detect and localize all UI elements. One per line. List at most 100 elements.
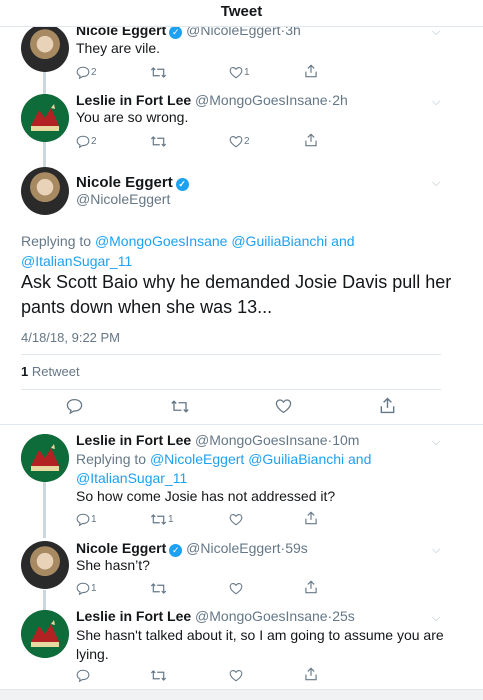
- retweet-button[interactable]: [150, 66, 167, 79]
- mention-link[interactable]: @ItalianSugar_11: [76, 470, 187, 486]
- like-button[interactable]: 2: [229, 135, 250, 148]
- timestamp[interactable]: 4/18/18, 9:22 PM: [21, 330, 120, 345]
- tweet-text: You are so wrong.: [76, 109, 189, 125]
- display-name[interactable]: Leslie in Fort Lee: [76, 92, 191, 108]
- like-button[interactable]: [229, 669, 243, 682]
- share-button[interactable]: [379, 397, 396, 414]
- display-name[interactable]: Nicole Eggert ✓: [76, 174, 189, 191]
- mention-link[interactable]: @GuiliaBianchi: [231, 233, 327, 249]
- avatar[interactable]: [21, 434, 69, 482]
- chevron-down-icon[interactable]: ⌵: [432, 26, 440, 39]
- share-icon: [305, 64, 317, 78]
- handle[interactable]: @NicoleEggert: [76, 191, 170, 207]
- share-icon: [305, 511, 317, 525]
- like-button[interactable]: [275, 398, 292, 414]
- reply-icon: [66, 398, 83, 414]
- mention-link[interactable]: @MongoGoesInsane: [95, 233, 228, 249]
- verified-badge-icon: ✓: [175, 178, 189, 191]
- avatar[interactable]: [21, 167, 69, 215]
- mention-link[interactable]: and: [348, 451, 371, 467]
- tweet-text: So how come Josie has not addressed it?: [76, 488, 336, 504]
- replying-label: Replying to: [76, 451, 147, 467]
- reply-icon: [76, 135, 90, 148]
- share-button[interactable]: [304, 667, 318, 681]
- retweet-count: 1: [168, 514, 174, 525]
- share-button[interactable]: [304, 511, 318, 525]
- avatar[interactable]: [21, 94, 69, 142]
- reply-button[interactable]: 1: [76, 513, 97, 526]
- like-icon: [229, 583, 243, 595]
- reply-count: 2: [91, 67, 97, 78]
- tweet-text: She hasn't talked about it, so I am goin…: [76, 627, 444, 662]
- tweet-text: They are vile.: [76, 40, 161, 56]
- share-button[interactable]: [304, 133, 318, 147]
- handle[interactable]: @MongoGoesInsane: [195, 432, 328, 448]
- replying-to: Replying to @NicoleEggert @GuiliaBianchi…: [76, 450, 376, 488]
- handle[interactable]: @MongoGoesInsane: [195, 92, 328, 108]
- team-logo-icon: [21, 94, 69, 142]
- replying-label: Replying to: [21, 233, 92, 249]
- reply-icon: [76, 66, 90, 79]
- timestamp[interactable]: 2h: [332, 92, 348, 108]
- avatar[interactable]: [21, 610, 69, 658]
- top-bar: Tweet: [0, 0, 483, 27]
- share-button[interactable]: [304, 580, 318, 594]
- chevron-down-icon[interactable]: ⌵: [432, 96, 440, 109]
- display-name-text: Nicole Eggert: [76, 174, 173, 191]
- chevron-down-icon[interactable]: ⌵: [432, 544, 440, 557]
- timestamp[interactable]: 10m: [332, 432, 359, 448]
- reply-button[interactable]: [66, 398, 83, 414]
- display-name[interactable]: Nicole Eggert: [76, 540, 166, 556]
- reply-button[interactable]: 1: [76, 582, 97, 595]
- mention-link[interactable]: @NicoleEggert: [150, 451, 244, 467]
- avatar[interactable]: [21, 541, 69, 589]
- mention-link[interactable]: @ItalianSugar_11: [21, 253, 132, 269]
- verified-badge-icon: ✓: [169, 544, 183, 557]
- like-button[interactable]: 1: [229, 66, 250, 79]
- reply-button[interactable]: [76, 669, 90, 682]
- retweet-label: Retweet: [31, 364, 80, 379]
- retweet-stats[interactable]: 1 Retweet: [21, 364, 80, 379]
- share-button[interactable]: [304, 64, 318, 78]
- tweet-header: Leslie in Fort Lee @MongoGoesInsane·25s: [76, 608, 355, 624]
- retweet-icon: [150, 583, 167, 594]
- reply-icon: [76, 513, 90, 526]
- reply-icon: [76, 669, 90, 682]
- reply-count: 1: [91, 514, 97, 525]
- like-icon: [229, 67, 243, 79]
- like-button[interactable]: [229, 513, 243, 526]
- avatar[interactable]: [21, 24, 69, 72]
- thread-line: [43, 142, 46, 167]
- team-logo-icon: [21, 610, 69, 658]
- retweet-button[interactable]: 1: [150, 513, 174, 526]
- mention-link[interactable]: @GuiliaBianchi: [248, 451, 344, 467]
- chevron-down-icon[interactable]: ⌵: [432, 436, 440, 449]
- handle[interactable]: @NicoleEggert: [186, 540, 280, 556]
- share-icon: [305, 580, 317, 594]
- timestamp[interactable]: 25s: [332, 608, 355, 624]
- replying-to: Replying to @MongoGoesInsane @GuiliaBian…: [21, 231, 461, 271]
- thread-line: [43, 482, 46, 538]
- thread-line: [43, 590, 46, 610]
- reply-button[interactable]: 2: [76, 135, 97, 148]
- retweet-button[interactable]: [150, 582, 167, 595]
- like-button[interactable]: [229, 582, 243, 595]
- retweet-button[interactable]: [170, 399, 190, 414]
- display-name[interactable]: Leslie in Fort Lee: [76, 608, 191, 624]
- tweet-text: She hasn’t?: [76, 557, 150, 573]
- tweet-header: Leslie in Fort Lee @MongoGoesInsane·10m: [76, 432, 359, 448]
- retweet-button[interactable]: [150, 669, 167, 682]
- retweet-button[interactable]: [150, 135, 167, 148]
- tweet-text: Ask Scott Baio why he demanded Josie Dav…: [21, 272, 452, 317]
- divider: [21, 389, 441, 390]
- chevron-down-icon[interactable]: ⌵: [432, 612, 440, 625]
- verified-badge-icon: ✓: [169, 26, 183, 39]
- like-count: 2: [244, 136, 250, 147]
- reply-button[interactable]: 2: [76, 66, 97, 79]
- like-icon: [275, 399, 292, 414]
- timestamp[interactable]: 59s: [285, 540, 308, 556]
- chevron-down-icon[interactable]: ⌵: [432, 177, 440, 190]
- mention-link[interactable]: and: [331, 233, 354, 249]
- handle[interactable]: @MongoGoesInsane: [195, 608, 328, 624]
- display-name[interactable]: Leslie in Fort Lee: [76, 432, 191, 448]
